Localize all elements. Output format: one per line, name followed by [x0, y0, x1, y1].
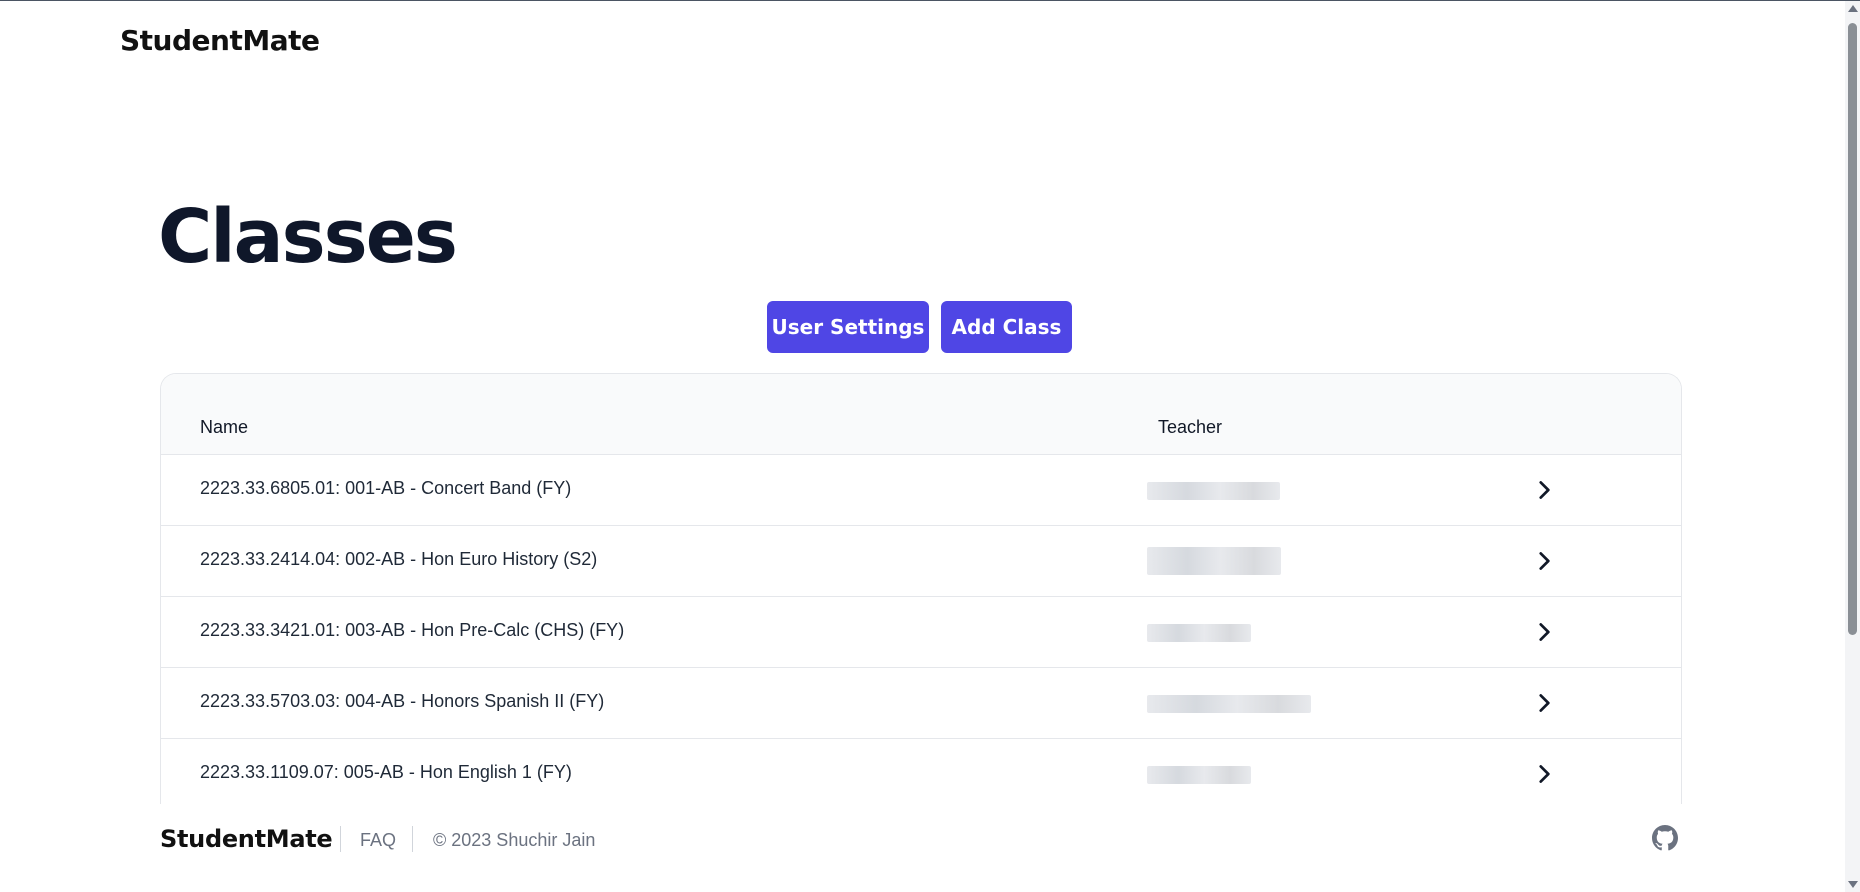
- class-name: 2223.33.1109.07: 005-AB - Hon English 1 …: [200, 762, 572, 782]
- teacher-name-redacted: [1147, 541, 1377, 583]
- footer: StudentMate FAQ © 2023 Shuchir Jain: [0, 800, 1860, 892]
- table-row[interactable]: 2223.33.1109.07: 005-AB - Hon English 1 …: [161, 739, 1681, 804]
- teacher-name-redacted: [1147, 612, 1377, 654]
- github-icon[interactable]: [1652, 825, 1678, 851]
- column-header-teacher: Teacher: [1158, 417, 1223, 437]
- teacher-name-redacted: [1147, 683, 1377, 725]
- teacher-name-redacted: [1147, 754, 1377, 796]
- chevron-right-icon[interactable]: [1531, 619, 1557, 645]
- footer-divider: [412, 826, 413, 852]
- redacted-text: [1147, 547, 1281, 575]
- copyright-text: © 2023 Shuchir Jain: [433, 830, 596, 850]
- vertical-scrollbar[interactable]: [1845, 1, 1860, 892]
- user-settings-button[interactable]: User Settings: [767, 301, 929, 353]
- class-name: 2223.33.5703.03: 004-AB - Honors Spanish…: [200, 691, 605, 711]
- redacted-text: [1147, 695, 1311, 713]
- footer-logo[interactable]: StudentMate: [160, 825, 333, 853]
- redacted-text: [1147, 766, 1251, 784]
- add-class-button[interactable]: Add Class: [941, 301, 1072, 353]
- table-row[interactable]: 2223.33.6805.01: 001-AB - Concert Band (…: [161, 455, 1681, 526]
- scroll-down-arrow-icon[interactable]: [1848, 881, 1858, 888]
- table-row[interactable]: 2223.33.3421.01: 003-AB - Hon Pre-Calc (…: [161, 597, 1681, 668]
- class-name: 2223.33.6805.01: 001-AB - Concert Band (…: [200, 478, 572, 498]
- header-logo[interactable]: StudentMate: [120, 24, 320, 57]
- teacher-name-redacted: [1147, 470, 1377, 512]
- redacted-text: [1147, 482, 1280, 500]
- class-name: 2223.33.2414.04: 002-AB - Hon Euro Histo…: [200, 549, 598, 569]
- chevron-right-icon[interactable]: [1531, 477, 1557, 503]
- class-name: 2223.33.3421.01: 003-AB - Hon Pre-Calc (…: [200, 620, 625, 640]
- table-row[interactable]: 2223.33.2414.04: 002-AB - Hon Euro Histo…: [161, 526, 1681, 597]
- footer-divider: [340, 826, 341, 852]
- table-header: Name Teacher: [161, 374, 1681, 455]
- chevron-right-icon[interactable]: [1531, 690, 1557, 716]
- classes-table: Name Teacher 2223.33.6805.01: 001-AB - C…: [160, 373, 1682, 804]
- column-header-name: Name: [200, 417, 249, 437]
- window-top-border: [0, 0, 1860, 1]
- faq-link[interactable]: FAQ: [360, 830, 396, 851]
- table-row[interactable]: 2223.33.5703.03: 004-AB - Honors Spanish…: [161, 668, 1681, 739]
- scroll-up-arrow-icon[interactable]: [1848, 5, 1858, 12]
- scrollbar-thumb[interactable]: [1848, 23, 1857, 635]
- page-title: Classes: [158, 194, 458, 280]
- redacted-text: [1147, 624, 1251, 642]
- chevron-right-icon[interactable]: [1531, 548, 1557, 574]
- chevron-right-icon[interactable]: [1531, 761, 1557, 787]
